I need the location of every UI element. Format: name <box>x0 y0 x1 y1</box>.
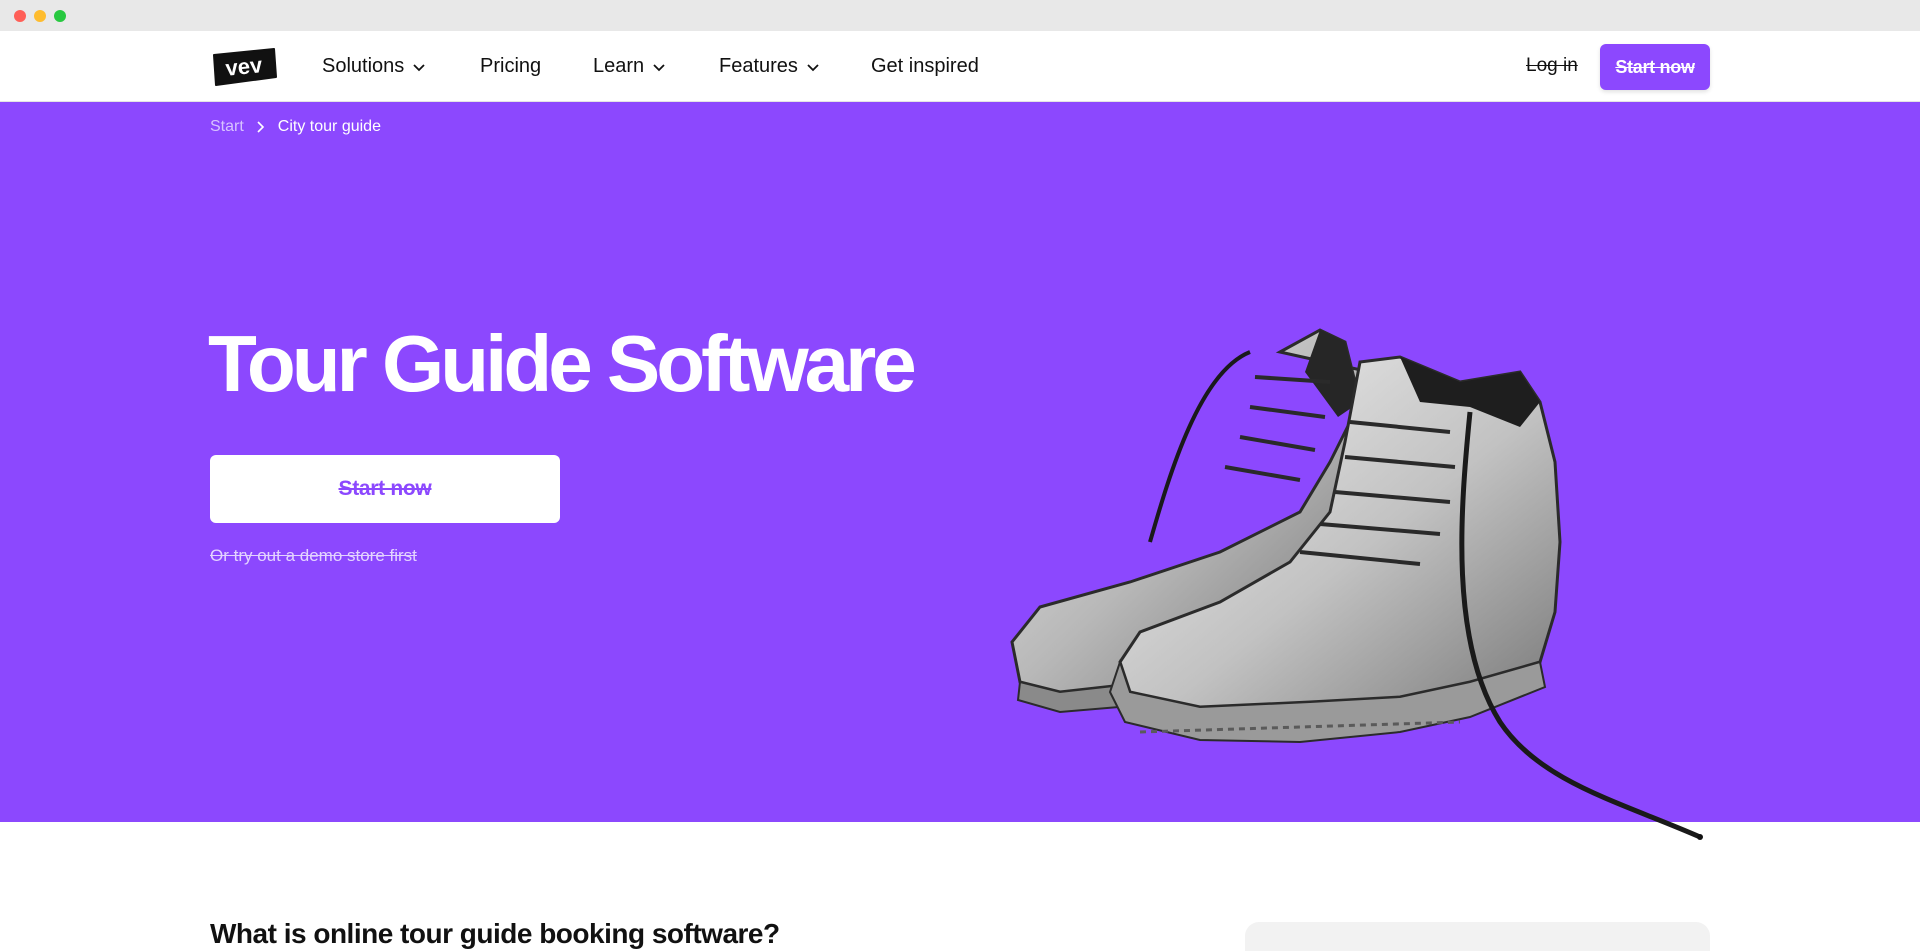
nav-item-learn[interactable]: Learn <box>593 55 666 78</box>
breadcrumb-current: City tour guide <box>277 118 381 135</box>
nav-item-solutions[interactable]: Solutions <box>322 55 426 78</box>
demo-store-link[interactable]: Or try out a demo store first <box>210 546 417 566</box>
vev-logo[interactable]: vev <box>210 48 278 86</box>
hero-start-now-button[interactable]: Start now <box>210 455 560 523</box>
hero-title: Tour Guide Software <box>208 319 917 408</box>
breadcrumb: Start City tour guide <box>210 118 381 136</box>
window-close-button[interactable] <box>14 10 26 22</box>
window-maximize-button[interactable] <box>54 10 66 22</box>
nav-item-label: Pricing <box>480 55 542 77</box>
nav-item-label: Solutions <box>322 55 405 77</box>
chevron-right-icon <box>257 121 264 133</box>
chevron-down-icon <box>807 63 819 71</box>
nav-item-label: Learn <box>593 55 645 77</box>
window-chrome <box>0 0 1920 31</box>
nav-item-label: Features <box>719 55 798 77</box>
nav-item-features[interactable]: Features <box>719 55 820 78</box>
top-navigation: vev Solutions Pricing Learn Features Get… <box>0 31 1920 102</box>
chevron-down-icon <box>413 63 425 71</box>
nav-item-label: Get inspired <box>871 55 979 77</box>
chevron-down-icon <box>653 63 665 71</box>
nav-item-get-inspired[interactable]: Get inspired <box>871 55 979 78</box>
logo-text: vev <box>224 52 264 81</box>
breadcrumb-start-link[interactable]: Start <box>210 118 244 136</box>
start-now-button[interactable]: Start now <box>1600 44 1710 90</box>
nav-item-pricing[interactable]: Pricing <box>480 55 541 78</box>
section-title: What is online tour guide booking softwa… <box>210 918 780 949</box>
window-minimize-button[interactable] <box>34 10 46 22</box>
hero-section: Start City tour guide Tour Guide Softwar… <box>0 102 1920 840</box>
side-card <box>1245 922 1710 951</box>
login-link[interactable]: Log in <box>1526 55 1578 77</box>
hiking-boots-image <box>1010 328 1703 840</box>
